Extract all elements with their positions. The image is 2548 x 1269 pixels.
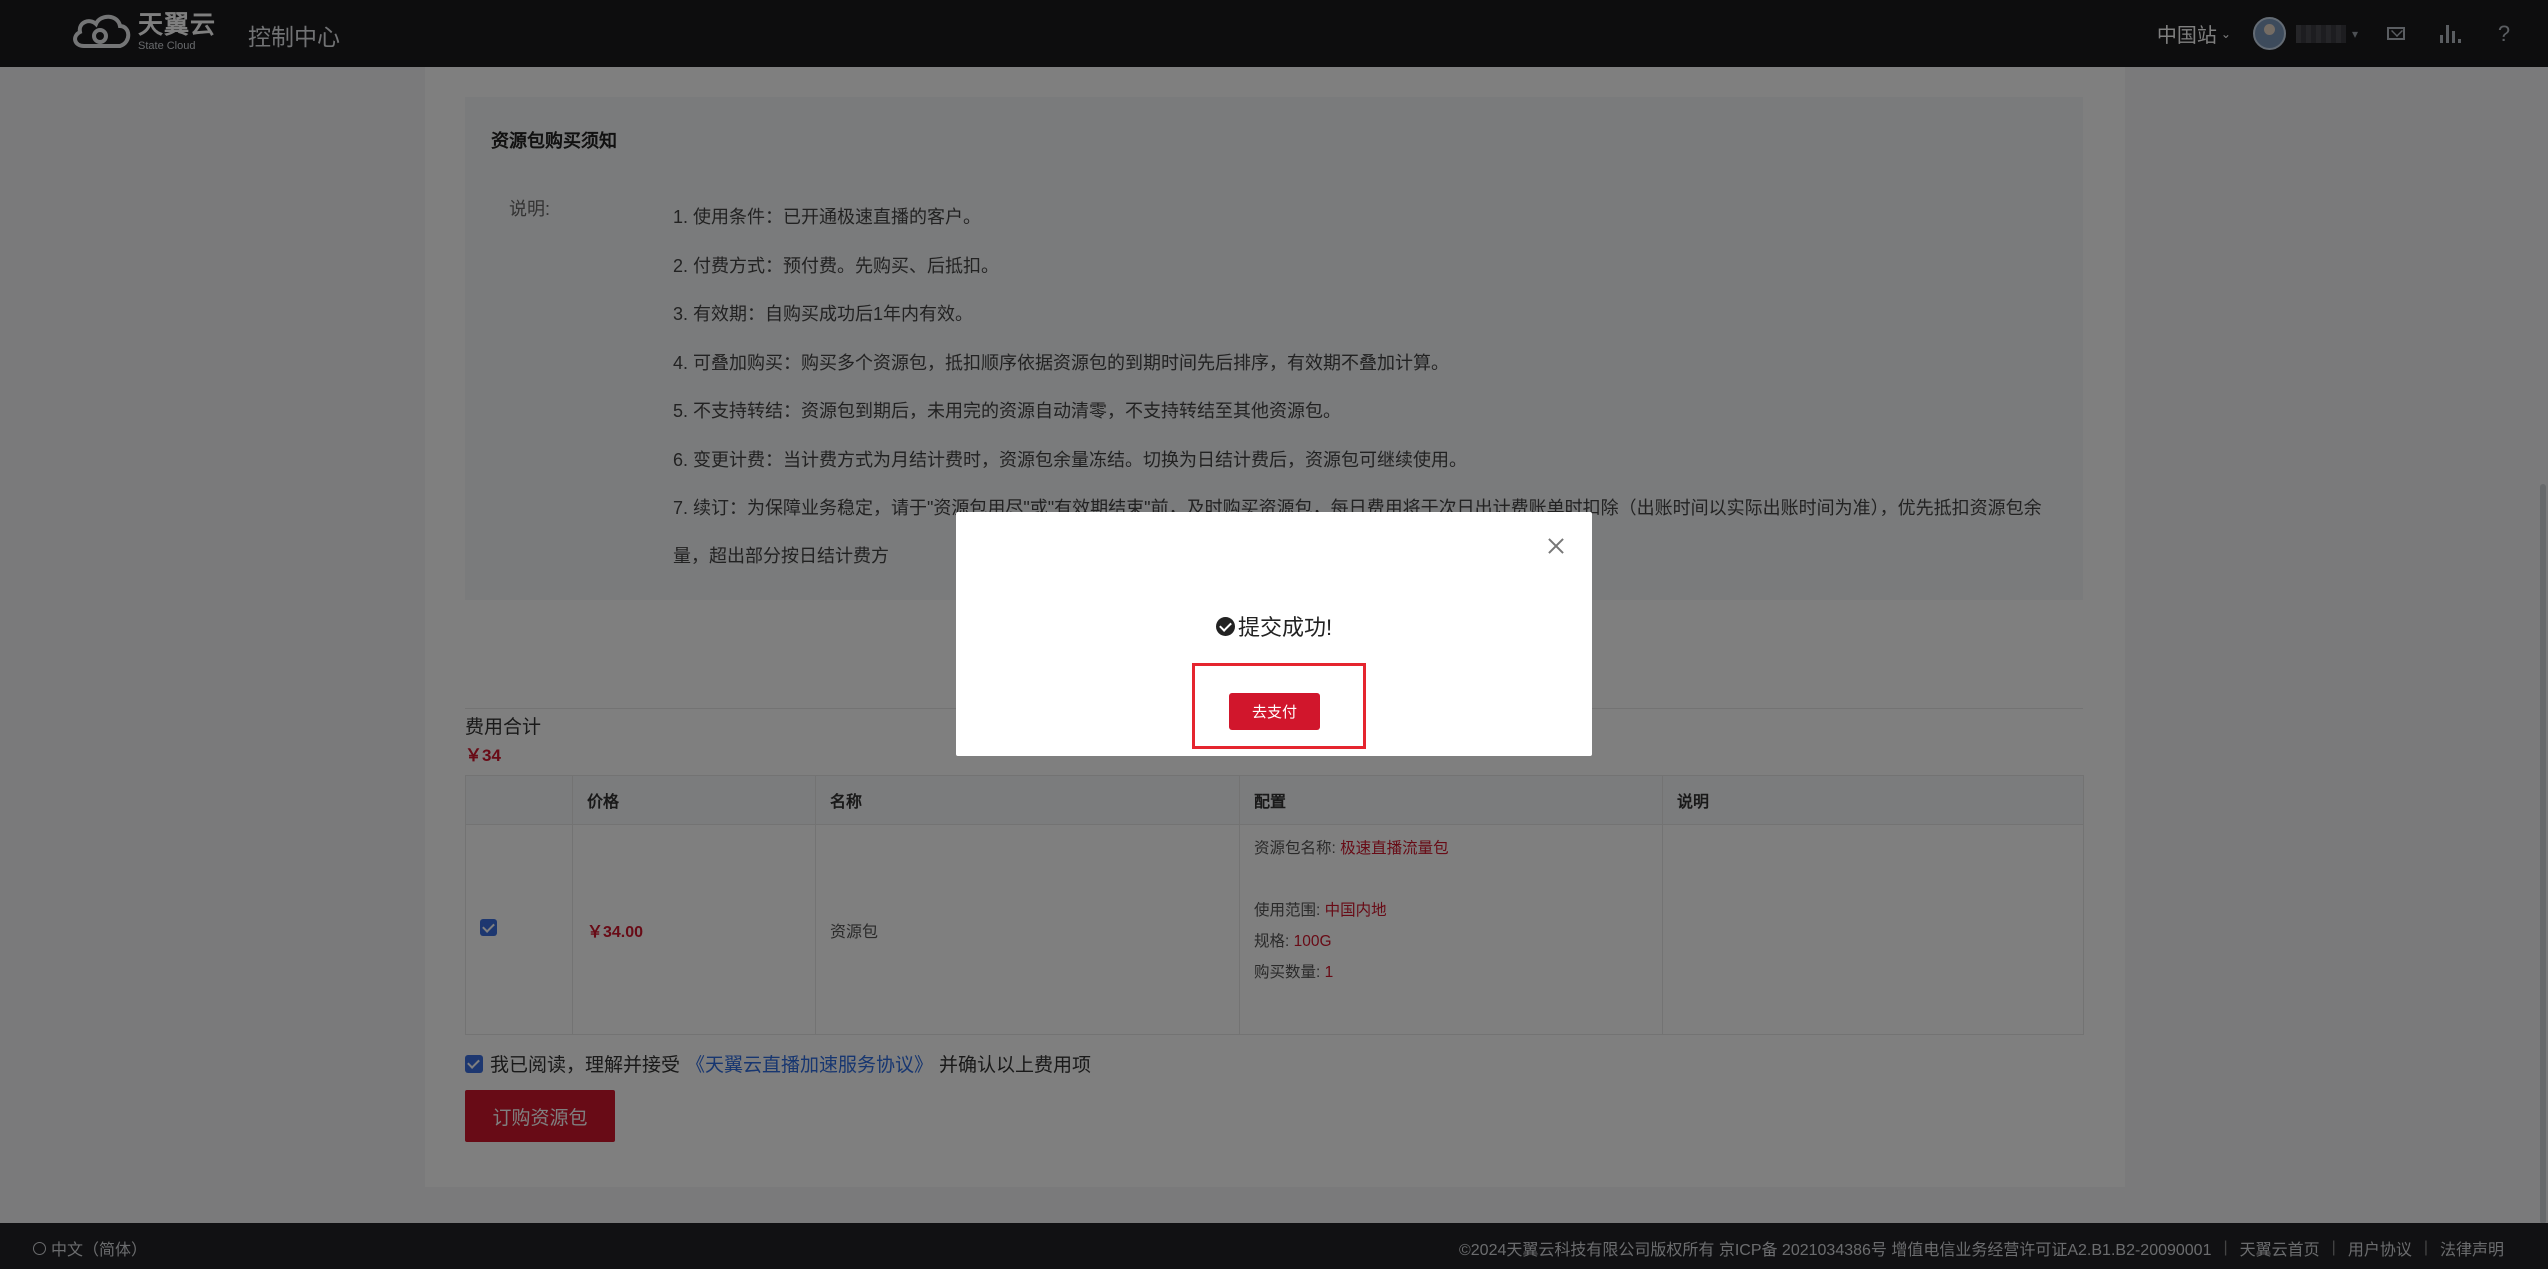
close-icon[interactable] [1548,538,1564,554]
go-pay-button[interactable]: 去支付 [1229,693,1320,730]
success-message: 提交成功! [956,610,1592,642]
success-message-text: 提交成功! [1237,615,1333,640]
check-circle-icon [1215,616,1235,636]
